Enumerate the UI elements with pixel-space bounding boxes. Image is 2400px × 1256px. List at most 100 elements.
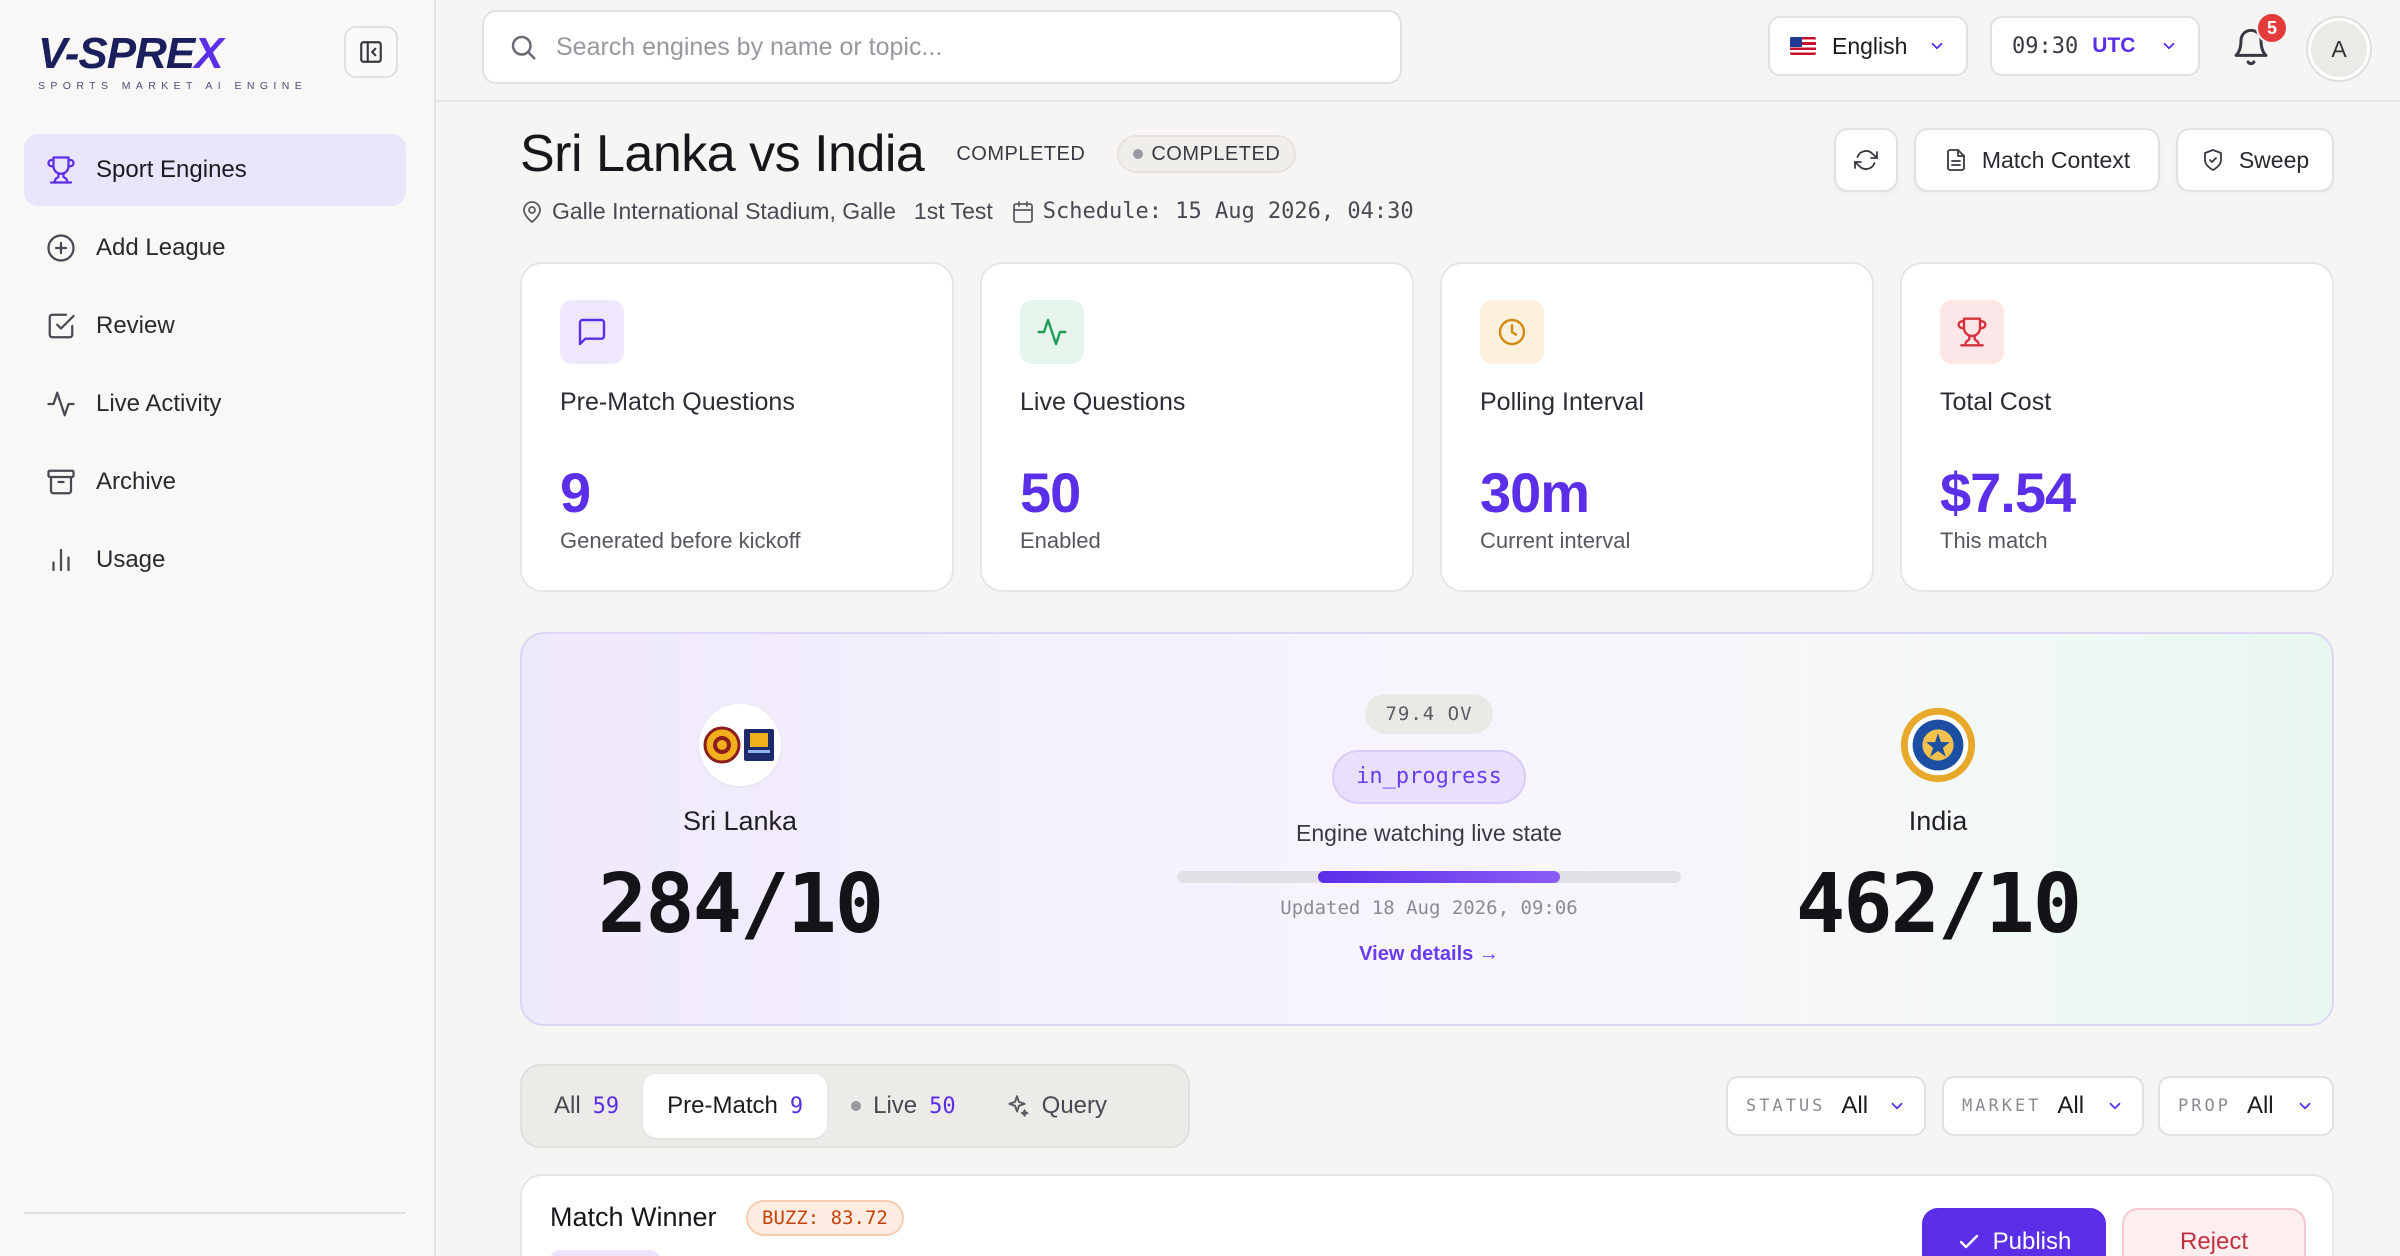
user-avatar[interactable]: A <box>2308 18 2370 80</box>
sidebar-item-add-league[interactable]: Add League <box>24 212 406 284</box>
trophy-icon <box>47 156 75 184</box>
away-team-name: India <box>1908 806 1968 836</box>
match-state-center: 79.4 OV in_progress Engine watching live… <box>1177 694 1681 966</box>
stat-label: Total Cost <box>1940 388 2052 416</box>
sidebar-item-live-activity[interactable]: Live Activity <box>24 368 406 440</box>
tab-pre-match[interactable]: Pre-Match 9 <box>643 1074 828 1138</box>
check-icon <box>1959 1234 1978 1249</box>
reject-button[interactable]: Reject <box>2122 1208 2306 1256</box>
us-flag-icon <box>1790 37 1816 55</box>
publish-button[interactable]: Publish <box>1922 1208 2106 1256</box>
tab-live[interactable]: Live 50 <box>827 1074 980 1138</box>
chevron-down-icon <box>1931 42 1943 50</box>
market-filter[interactable]: MARKET All <box>1942 1076 2144 1136</box>
sidebar-item-archive[interactable]: Archive <box>24 446 406 518</box>
logo-tagline: SPORTS MARKET AI ENGINE <box>38 80 308 92</box>
sidebar-item-label: Add League <box>96 234 226 261</box>
clock-icon <box>1498 318 1526 346</box>
time-value: 09:30 <box>2012 33 2079 59</box>
stat-value: 9 <box>560 461 591 524</box>
collapse-sidebar-button[interactable] <box>344 26 398 78</box>
updated-timestamp: Updated 18 Aug 2026, 09:06 <box>1280 897 1578 919</box>
india-crest-icon <box>1897 704 1979 786</box>
archive-icon <box>47 469 75 495</box>
plus-circle-icon <box>47 234 75 262</box>
notification-count-badge: 5 <box>2256 12 2288 44</box>
question-card: Match Winner BUZZ: 83.72 Publish Reject <box>520 1174 2334 1256</box>
buzz-score-badge: BUZZ: 83.72 <box>746 1200 904 1236</box>
stat-icon-box <box>560 300 624 364</box>
stat-card-cost: Total Cost $7.54 This match <box>1900 262 2334 592</box>
activity-icon <box>47 391 75 417</box>
sidebar-item-label: Live Activity <box>96 390 222 417</box>
map-pin-icon <box>523 200 541 223</box>
status-label: COMPLETED <box>956 142 1086 165</box>
live-dot <box>851 1101 862 1111</box>
progress-track <box>1177 871 1681 883</box>
match-context-button[interactable]: Match Context <box>1914 128 2160 192</box>
prop-filter[interactable]: PROP All <box>2158 1076 2334 1136</box>
status-filter[interactable]: STATUS All <box>1726 1076 1926 1136</box>
topbar: English 09:30 UTC 5 A <box>436 0 2400 102</box>
chevron-down-icon <box>2163 42 2175 50</box>
refresh-icon <box>1854 150 1878 170</box>
sidebar-item-review[interactable]: Review <box>24 290 406 362</box>
progress-fill <box>1318 871 1561 883</box>
stat-label: Polling Interval <box>1480 388 1644 416</box>
sidebar-item-label: Archive <box>96 468 177 495</box>
search-input[interactable] <box>556 32 1376 62</box>
timezone-select[interactable]: 09:30 UTC <box>1990 16 2200 76</box>
language-value: English <box>1832 32 1908 59</box>
schedule-text: Schedule: 15 Aug 2026, 04:30 <box>1042 199 1414 224</box>
stat-value: 30m <box>1480 461 1590 524</box>
chevron-down-icon <box>2109 1102 2121 1110</box>
refresh-button[interactable] <box>1834 128 1898 192</box>
sidebar-item-label: Review <box>96 312 175 339</box>
away-team: India 462/10 <box>1738 704 2138 952</box>
sidebar-item-label: Usage <box>96 546 166 573</box>
question-title: Match Winner <box>550 1202 717 1232</box>
logo-wordmark: V-SPREX <box>38 29 224 78</box>
match-header: Sri Lanka vs India COMPLETED COMPLETED <box>520 124 1297 184</box>
overs-badge: 79.4 OV <box>1365 694 1493 734</box>
page-title: Sri Lanka vs India <box>520 125 925 183</box>
shield-icon <box>2203 149 2222 171</box>
stat-subtext: Generated before kickoff <box>560 528 801 553</box>
sweep-button[interactable]: Sweep <box>2176 128 2334 192</box>
match-meta: Galle International Stadium, Galle 1st T… <box>520 198 1414 225</box>
app-logo[interactable]: V-SPREX SPORTS MARKET AI ENGINE <box>38 29 308 93</box>
stat-icon-box <box>1020 300 1084 364</box>
panel-collapse-icon <box>360 41 382 63</box>
stat-card-polling: Polling Interval 30m Current interval <box>1440 262 1874 592</box>
home-team-score: 284/10 <box>597 857 884 952</box>
sidebar-nav: Sport Engines Add League Review Live Act… <box>24 134 406 602</box>
stat-icon-box <box>1480 300 1544 364</box>
stat-label: Live Questions <box>1020 388 1186 416</box>
home-team-name: Sri Lanka <box>682 806 798 836</box>
timezone-value: UTC <box>2092 34 2136 57</box>
search-box[interactable] <box>482 10 1402 84</box>
tab-query[interactable]: Query <box>980 1074 1131 1138</box>
engine-status-text: Engine watching live state <box>1296 820 1562 846</box>
test-label: 1st Test <box>913 198 993 224</box>
status-badge: COMPLETED <box>1117 135 1297 173</box>
scoreboard-panel: Sri Lanka 284/10 79.4 OV in_progress Eng… <box>520 632 2334 1026</box>
sidebar-item-usage[interactable]: Usage <box>24 524 406 596</box>
bar-chart-icon <box>52 548 70 572</box>
tab-all[interactable]: All 59 <box>530 1074 643 1138</box>
chevron-down-icon <box>2299 1102 2311 1110</box>
sidebar: V-SPREX SPORTS MARKET AI ENGINE Sport En… <box>0 0 436 1256</box>
stat-card-live: Live Questions 50 Enabled <box>980 262 1414 592</box>
stat-subtext: This match <box>1940 528 2048 553</box>
view-details-link[interactable]: View details → <box>1194 943 1664 966</box>
sparkle-icon <box>1008 1095 1028 1117</box>
sidebar-item-sport-engines[interactable]: Sport Engines <box>24 134 406 206</box>
language-select[interactable]: English <box>1768 16 1968 76</box>
match-state-badge: in_progress <box>1332 750 1526 804</box>
stat-card-pre-match: Pre-Match Questions 9 Generated before k… <box>520 262 954 592</box>
question-tag <box>550 1250 660 1256</box>
sri-lanka-crest-icon <box>699 704 781 786</box>
sidebar-divider <box>24 1212 406 1214</box>
document-icon <box>1946 149 1965 171</box>
activity-icon <box>1037 318 1067 346</box>
